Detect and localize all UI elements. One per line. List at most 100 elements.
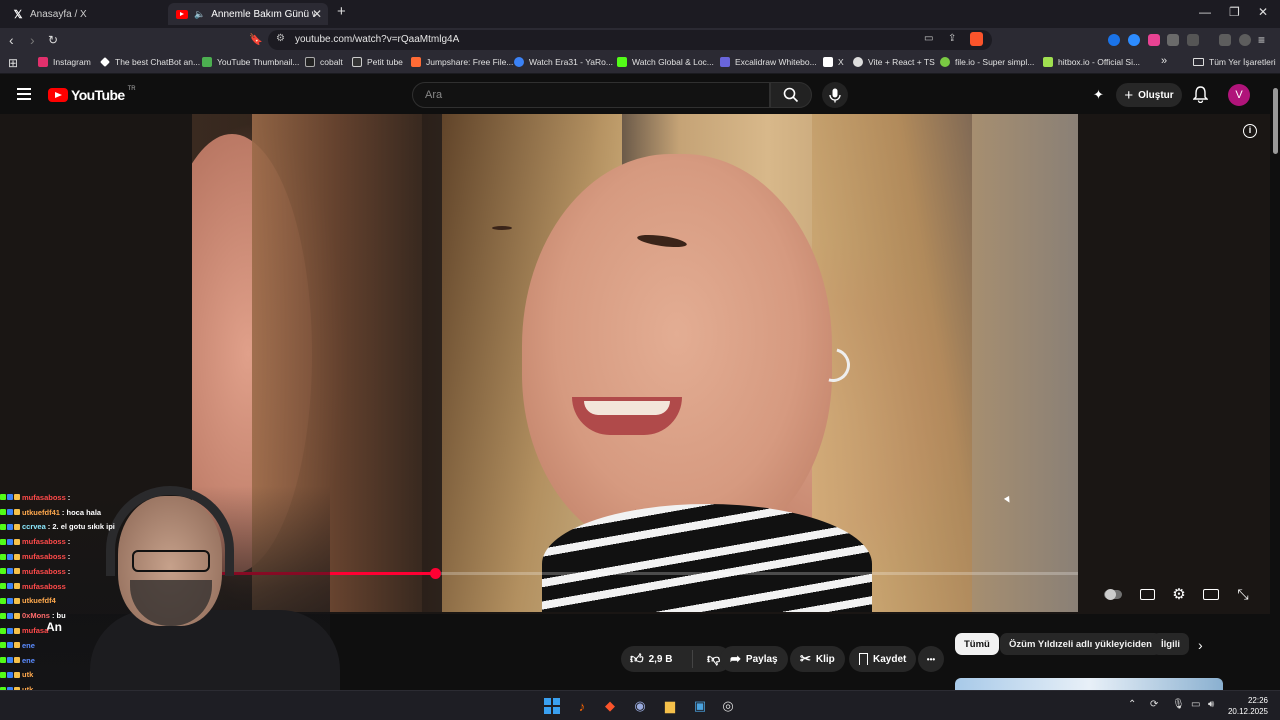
system-clock[interactable]: 22:26 20.12.2025 bbox=[1222, 695, 1268, 717]
bookmark-instagram[interactable]: Instagram bbox=[38, 57, 91, 67]
fullscreen-icon[interactable]: ⤡ bbox=[1234, 585, 1252, 603]
dislike-button[interactable]: 👎︎ bbox=[698, 651, 720, 667]
app-obs-icon[interactable]: ◎ bbox=[718, 696, 738, 716]
new-tab-button[interactable]: + bbox=[337, 3, 346, 20]
autoplay-toggle[interactable] bbox=[1104, 585, 1122, 603]
progress-scrubber-handle[interactable] bbox=[429, 568, 441, 579]
theater-mode-icon[interactable] bbox=[1202, 585, 1220, 603]
app-file-explorer-icon[interactable]: ▆ bbox=[660, 696, 680, 716]
clock-time: 22:26 bbox=[1247, 696, 1268, 705]
restore-icon[interactable]: ❐ bbox=[1229, 5, 1240, 19]
bookmark-icon[interactable]: 🔖 bbox=[249, 32, 263, 48]
all-bookmarks-folder[interactable]: Tüm Yer İşaretleri bbox=[1193, 57, 1276, 67]
video-turtleneck bbox=[542, 504, 872, 612]
windows-start-icon[interactable] bbox=[544, 698, 560, 714]
share-page-icon[interactable]: ⇪ bbox=[948, 33, 956, 44]
notifications-bell-icon[interactable] bbox=[1193, 86, 1208, 103]
studio-icon[interactable]: ✦ bbox=[1093, 87, 1104, 103]
bookmark-jumpshare[interactable]: Jumpshare: Free File... bbox=[411, 57, 513, 67]
save-button[interactable]: Kaydet bbox=[849, 646, 917, 672]
app-fl-studio-icon[interactable]: ♪ bbox=[572, 696, 592, 716]
media-icon[interactable] bbox=[1219, 34, 1231, 46]
sidebar-icon[interactable] bbox=[1187, 34, 1199, 46]
more-actions-button[interactable]: ••• bbox=[918, 646, 944, 672]
search-button[interactable] bbox=[770, 82, 812, 108]
bookmark-kick[interactable]: Watch Global & Loc... bbox=[617, 57, 714, 67]
bookmark-petit-tube[interactable]: Petit tube bbox=[352, 57, 403, 67]
bookmark-youtube-thumbnail[interactable]: YouTube Thumbnail... bbox=[202, 57, 299, 67]
chat-badges-icon bbox=[0, 568, 20, 575]
share-button[interactable]: ➦ Paylaş bbox=[720, 646, 788, 672]
extension-blue-icon[interactable] bbox=[1128, 34, 1140, 46]
chat-badges-icon bbox=[0, 657, 20, 664]
chat-username: mufasaboss bbox=[22, 581, 66, 591]
tray-mic-icon[interactable]: 🎙︎ bbox=[1172, 699, 1185, 710]
subtitles-icon[interactable] bbox=[1138, 585, 1156, 603]
bookmarks-bar: ⊞ Instagram The best ChatBot an... YouTu… bbox=[0, 52, 1280, 74]
microphone-icon bbox=[829, 88, 841, 102]
recommended-video-thumbnail[interactable] bbox=[955, 678, 1223, 690]
chip-all[interactable]: Tümü bbox=[955, 633, 999, 655]
extension-pink-icon[interactable] bbox=[1148, 34, 1160, 46]
youtube-favicon-icon bbox=[176, 9, 188, 19]
bookmark-hitbox[interactable]: hitbox.io - Official Si... bbox=[1043, 57, 1140, 67]
bookmark-chatbot[interactable]: The best ChatBot an... bbox=[100, 57, 200, 67]
chat-text: : bu bbox=[51, 611, 66, 621]
like-button[interactable]: 👍︎ 2,9 B bbox=[621, 650, 693, 668]
cast-icon[interactable]: ▭ bbox=[924, 33, 933, 44]
close-tab-icon[interactable]: ✕ bbox=[312, 7, 322, 21]
minimize-icon[interactable]: — bbox=[1199, 5, 1211, 19]
tab-x-home[interactable]: 𝕏 Anasayfa / X bbox=[4, 3, 166, 25]
tray-sync-icon[interactable]: ⟳ bbox=[1150, 699, 1158, 710]
tab-youtube-video[interactable]: 🔈 Annemle Bakım Günü w/ Mo ✕ bbox=[168, 3, 328, 25]
chat-badges-icon bbox=[0, 583, 20, 590]
chat-username: mufasaboss bbox=[22, 492, 66, 502]
scrollbar-thumb[interactable] bbox=[1273, 88, 1278, 154]
apps-grid-icon[interactable]: ⊞ bbox=[8, 55, 18, 71]
search-box[interactable] bbox=[412, 82, 770, 108]
search-input[interactable] bbox=[425, 89, 725, 101]
vpn-icon[interactable] bbox=[1239, 34, 1251, 46]
tray-display-icon[interactable]: ▭ bbox=[1191, 699, 1200, 710]
bookmark-excalidraw[interactable]: Excalidraw Whitebo... bbox=[720, 57, 817, 67]
chip-related[interactable]: İlgili bbox=[1152, 633, 1189, 655]
reload-icon[interactable]: ↻ bbox=[48, 32, 58, 48]
avatar[interactable]: V bbox=[1228, 84, 1250, 106]
voice-search-button[interactable] bbox=[822, 82, 848, 108]
petit-tube-icon bbox=[352, 57, 362, 67]
youtube-logo[interactable]: YouTube TR bbox=[48, 86, 136, 103]
forward-icon[interactable]: › bbox=[30, 32, 35, 48]
app-steam-icon[interactable]: ◉ bbox=[630, 696, 650, 716]
bookmark-vite[interactable]: Vite + React + TS bbox=[853, 57, 935, 67]
page-scrollbar[interactable] bbox=[1271, 74, 1280, 690]
extension-translate-icon[interactable] bbox=[1108, 34, 1120, 46]
bookmarks-overflow-button[interactable]: » bbox=[1161, 55, 1167, 67]
video-person-main bbox=[522, 154, 832, 554]
chat-badges-icon bbox=[0, 671, 20, 678]
tray-volume-icon[interactable]: 🔊︎ bbox=[1208, 699, 1214, 710]
app-brave-icon[interactable]: ◆ bbox=[600, 696, 620, 716]
back-icon[interactable]: ‹ bbox=[9, 32, 14, 48]
bookmark-file-io[interactable]: file.io - Super simpl... bbox=[940, 57, 1034, 67]
site-info-icon[interactable]: ⚙ bbox=[276, 33, 285, 44]
bookmark-save-icon bbox=[859, 653, 868, 665]
hamburger-menu-icon[interactable] bbox=[17, 88, 31, 100]
tray-overflow-icon[interactable]: ⌃ bbox=[1128, 699, 1136, 710]
info-icon[interactable]: i bbox=[1243, 124, 1257, 138]
create-button[interactable]: + Oluştur bbox=[1116, 83, 1182, 107]
chat-username: utkuefdf41 bbox=[22, 507, 60, 517]
bookmark-x[interactable]: X bbox=[823, 57, 844, 67]
settings-gear-icon[interactable]: ⚙ bbox=[1170, 585, 1188, 603]
hitbox-icon bbox=[1043, 57, 1053, 67]
bookmark-era31[interactable]: Watch Era31 - YaRo... bbox=[514, 57, 613, 67]
address-bar[interactable]: ⚙ youtube.com/watch?v=rQaaMtmlg4A ▭ ⇪ bbox=[268, 30, 992, 50]
chip-from-uploader[interactable]: Özüm Yıldızeli adlı yükleyiciden bbox=[1000, 633, 1161, 655]
app-desktop-icon[interactable]: ▣ bbox=[690, 696, 710, 716]
chevron-right-icon[interactable]: › bbox=[1198, 637, 1203, 653]
bookmark-cobalt[interactable]: cobalt bbox=[305, 57, 343, 67]
extensions-puzzle-icon[interactable] bbox=[1167, 34, 1179, 46]
close-window-icon[interactable]: ✕ bbox=[1258, 5, 1268, 19]
menu-icon[interactable]: ≡ bbox=[1258, 32, 1265, 48]
clip-button[interactable]: ✂ Klip bbox=[790, 646, 845, 672]
brave-shield-icon[interactable] bbox=[970, 32, 983, 46]
